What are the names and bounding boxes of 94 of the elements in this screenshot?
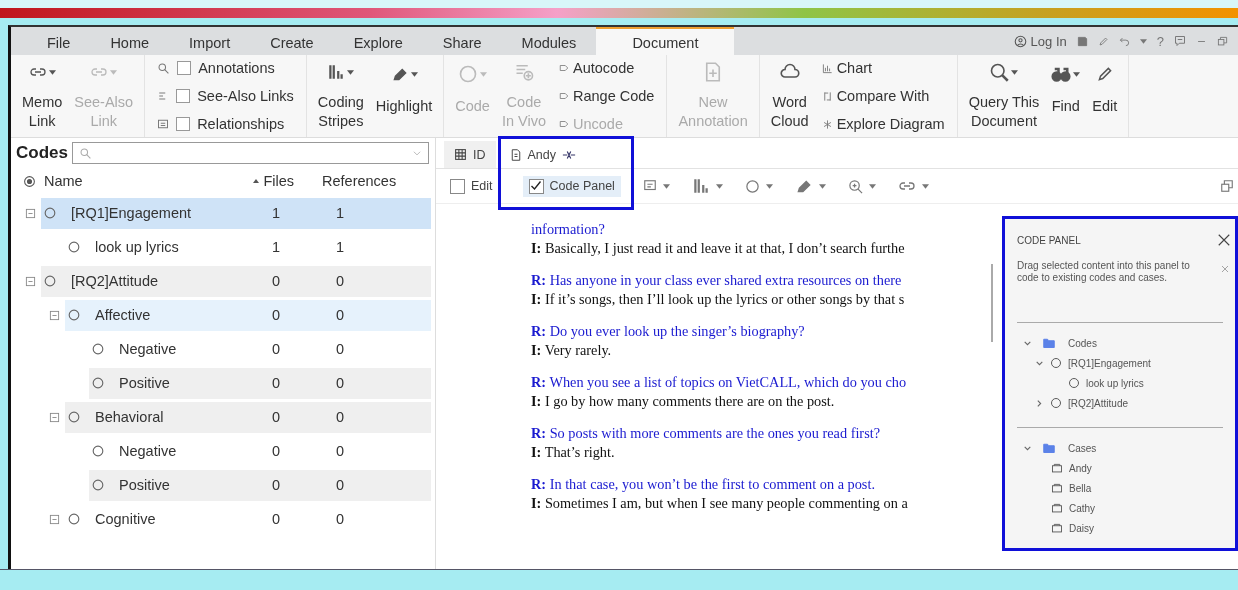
answer-text: I: Sometimes I am, but when I see many people commenting on a xyxy=(531,493,909,512)
ribbon-button[interactable]: Word Cloud xyxy=(765,59,814,133)
panel-folder[interactable]: Codes xyxy=(1017,333,1097,353)
references-count: 0 xyxy=(334,307,346,323)
code-name: Positive xyxy=(119,477,171,493)
code-name: Negative xyxy=(119,443,178,459)
code-name: Cognitive xyxy=(95,511,157,527)
tree-row[interactable]: Behavioral 0 0 xyxy=(65,401,431,433)
question-text: R: So posts with more comments are the ones you read first? xyxy=(531,424,881,443)
menu-tab[interactable]: Document xyxy=(596,27,735,55)
view-tab[interactable]: ID xyxy=(444,141,496,168)
question-text: R: Has anyone in your class ever shared extra resources on there xyxy=(531,271,903,290)
code-name: Positive xyxy=(119,375,171,391)
ribbon-checkbox[interactable]: Relationships xyxy=(153,116,298,132)
ribbon-checkbox[interactable]: Annotations xyxy=(153,60,298,76)
panel-folder[interactable]: Cases xyxy=(1017,438,1097,458)
ribbon-button[interactable]: Query This Document xyxy=(963,59,1045,133)
ribbon-button[interactable]: Find xyxy=(1046,59,1086,133)
references-count: 0 xyxy=(334,409,346,425)
files-count: 1 xyxy=(270,239,282,255)
column-header[interactable]: Files xyxy=(204,173,294,189)
question-text: R: In that case, you won’t be the first to comment on a post. xyxy=(531,475,876,494)
tree-row[interactable]: Positive 0 0 xyxy=(89,469,431,501)
answer-text: I: Very rarely. xyxy=(531,340,613,359)
files-count: 0 xyxy=(270,409,282,425)
toolbar-checkbox[interactable]: Code Panel xyxy=(522,175,621,197)
tree-row[interactable]: Negative 0 0 xyxy=(89,333,431,365)
references-count: 1 xyxy=(334,205,346,221)
column-header[interactable]: Name xyxy=(44,173,204,189)
tree-row[interactable]: Positive 0 0 xyxy=(89,367,431,399)
case-item[interactable]: Cathy xyxy=(1017,498,1096,518)
ribbon-checkbox[interactable]: See-Also Links xyxy=(153,88,298,104)
case-item[interactable]: Bella xyxy=(1017,478,1092,498)
toolbar-checkbox[interactable]: Edit xyxy=(444,175,499,197)
ribbon-button[interactable]: Memo Link xyxy=(17,59,68,133)
ribbon-button[interactable]: Autocode xyxy=(555,60,659,76)
references-count: 1 xyxy=(334,239,346,255)
case-item[interactable]: Andy xyxy=(1017,458,1092,478)
tree-row[interactable]: [RQ2]Attitude 0 0 xyxy=(41,265,431,297)
tree-row[interactable]: Cognitive 0 0 xyxy=(65,503,431,535)
code-name: Behavioral xyxy=(95,409,165,425)
menu-tab[interactable]: Home xyxy=(90,27,170,55)
ribbon-button[interactable]: Compare With xyxy=(817,88,949,104)
menu-tab[interactable]: Share xyxy=(422,27,502,55)
question-text: R: When you see a list of topics on VietCALL, which do you cho xyxy=(531,373,908,392)
ribbon-button[interactable]: Coding Stripes xyxy=(312,59,369,133)
code-name: Affective xyxy=(95,307,152,323)
files-count: 0 xyxy=(270,307,282,323)
answer-text: I: I go by how many comments there are on the post. xyxy=(531,391,836,410)
ribbon-button[interactable]: Range Code xyxy=(555,88,659,104)
answer-text: I: That’s right. xyxy=(531,442,616,461)
files-count: 0 xyxy=(270,273,282,289)
column-header[interactable]: References xyxy=(294,173,397,189)
code-name: Negative xyxy=(119,341,178,357)
menu-tab[interactable]: Explore xyxy=(333,27,423,55)
panel-hint: Drag selected content into this panel to code to existing codes and cases. xyxy=(1017,260,1191,284)
references-count: 0 xyxy=(334,511,346,527)
references-count: 0 xyxy=(334,375,346,391)
menu-tab[interactable]: Create xyxy=(250,27,334,55)
tree-row[interactable]: Affective 0 0 xyxy=(65,299,431,331)
ribbon-button[interactable]: Explore Diagram xyxy=(817,116,949,132)
answer-text: I: If it’s songs, then I’ll look up the lyrics or other songs by that s xyxy=(531,289,906,308)
references-count: 0 xyxy=(334,443,346,459)
code-name: look up lyrics xyxy=(95,239,180,255)
menu-tab[interactable]: Import xyxy=(169,27,251,55)
code-name: [RQ1]Engagement xyxy=(71,205,193,221)
files-count: 1 xyxy=(270,205,282,221)
question-text: R: Do you ever look up the singer’s biography? xyxy=(531,322,806,341)
references-count: 0 xyxy=(334,477,346,493)
menu-tab[interactable]: File xyxy=(27,27,91,55)
files-count: 0 xyxy=(270,477,282,493)
pane-title: Codes xyxy=(16,143,68,163)
code-name: [RQ2]Attitude xyxy=(71,273,160,289)
tree-row[interactable]: Negative 0 0 xyxy=(89,435,431,467)
code-item[interactable]: [RQ2]Attitude xyxy=(1017,393,1129,413)
ribbon-button[interactable]: Highlight xyxy=(370,59,438,133)
references-count: 0 xyxy=(334,273,346,289)
menu-tab[interactable]: Modules xyxy=(501,27,597,55)
files-count: 0 xyxy=(270,341,282,357)
case-item[interactable]: Daisy xyxy=(1017,518,1094,538)
files-count: 0 xyxy=(270,443,282,459)
panel-title: CODE PANEL xyxy=(1017,235,1081,246)
files-count: 0 xyxy=(270,375,282,391)
files-count: 0 xyxy=(270,511,282,527)
code-item[interactable]: look up lyrics xyxy=(1017,373,1144,393)
code-item[interactable]: [RQ1]Engagement xyxy=(1017,353,1151,373)
ribbon-button[interactable]: Chart xyxy=(817,60,949,76)
login-button[interactable]: Log In xyxy=(1013,33,1067,49)
tree-row[interactable]: look up lyrics 1 1 xyxy=(65,231,431,263)
tree-row[interactable]: [RQ1]Engagement 1 1 xyxy=(41,197,431,229)
references-count: 0 xyxy=(334,341,346,357)
ribbon-button[interactable]: Edit xyxy=(1087,59,1123,133)
question-text: information? xyxy=(531,220,606,239)
answer-text: I: Basically, I just read it and leave it at that, I don’t search furthe xyxy=(531,238,906,257)
